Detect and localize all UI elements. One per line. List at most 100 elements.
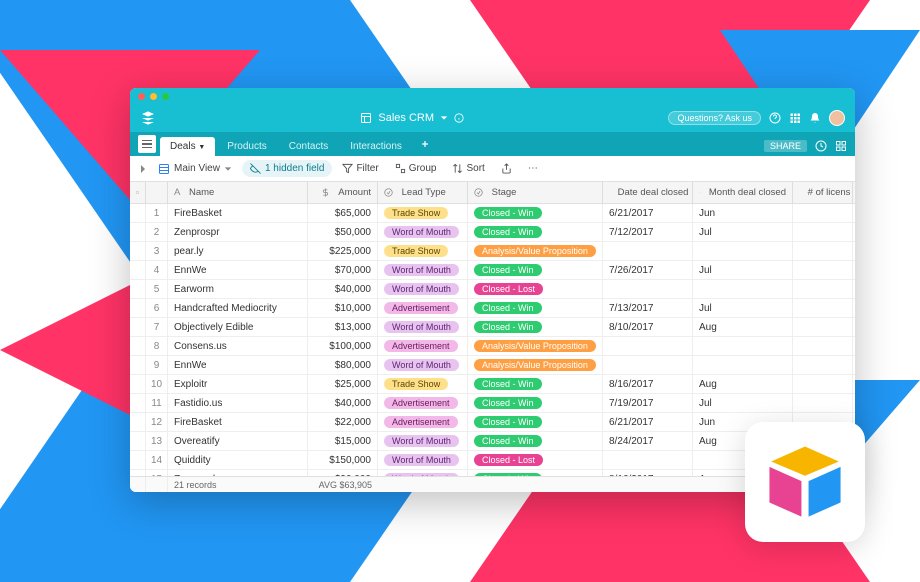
- view-switcher[interactable]: Main View: [152, 160, 238, 178]
- table-row[interactable]: 12FireBasket$22,000AdvertisementClosed -…: [130, 413, 855, 432]
- cell-lead-type[interactable]: Word of Mouth: [378, 356, 468, 374]
- cell-amount[interactable]: $65,000: [308, 204, 378, 222]
- expand-row[interactable]: [130, 413, 146, 431]
- bell-icon[interactable]: [809, 112, 821, 124]
- cell-lead-type[interactable]: Word of Mouth: [378, 432, 468, 450]
- cell-stage[interactable]: Closed - Win: [468, 375, 603, 393]
- maximize-dot-icon[interactable]: [162, 93, 169, 100]
- dropdown-icon[interactable]: [440, 114, 448, 122]
- cell-month[interactable]: Aug: [693, 318, 793, 336]
- cell-stage[interactable]: Analysis/Value Proposition: [468, 356, 603, 374]
- expand-row[interactable]: [130, 318, 146, 336]
- cell-amount[interactable]: $22,000: [308, 413, 378, 431]
- cell-date[interactable]: 8/16/2017: [603, 375, 693, 393]
- cell-licenses[interactable]: [793, 299, 853, 317]
- table-row[interactable]: 8Consens.us$100,000AdvertisementAnalysis…: [130, 337, 855, 356]
- cell-name[interactable]: EnnWe: [168, 356, 308, 374]
- cell-licenses[interactable]: [793, 223, 853, 241]
- cell-month[interactable]: Aug: [693, 375, 793, 393]
- cell-stage[interactable]: Closed - Win: [468, 470, 603, 476]
- cell-lead-type[interactable]: Trade Show: [378, 242, 468, 260]
- avatar[interactable]: [829, 110, 845, 126]
- cell-name[interactable]: Overeatify: [168, 432, 308, 450]
- cell-amount[interactable]: $15,000: [308, 432, 378, 450]
- cell-date[interactable]: 7/12/2017: [603, 223, 693, 241]
- tab-interactions[interactable]: Interactions: [340, 137, 412, 156]
- add-tab-button[interactable]: [414, 134, 436, 156]
- cell-lead-type[interactable]: Advertisement: [378, 337, 468, 355]
- cell-amount[interactable]: $25,000: [308, 375, 378, 393]
- expand-row[interactable]: [130, 356, 146, 374]
- cell-amount[interactable]: $225,000: [308, 242, 378, 260]
- col-month-closed[interactable]: Month deal closed: [693, 182, 793, 203]
- cell-name[interactable]: Quiddity: [168, 451, 308, 469]
- share-button[interactable]: SHARE: [764, 140, 807, 152]
- cell-stage[interactable]: Closed - Win: [468, 318, 603, 336]
- cell-lead-type[interactable]: Word of Mouth: [378, 470, 468, 476]
- cell-lead-type[interactable]: Trade Show: [378, 375, 468, 393]
- app-logo-icon[interactable]: [140, 110, 156, 126]
- sort-button[interactable]: Sort: [446, 160, 490, 177]
- table-row[interactable]: 4EnnWe$70,000Word of MouthClosed - Win7/…: [130, 261, 855, 280]
- expand-row[interactable]: [130, 223, 146, 241]
- cell-lead-type[interactable]: Advertisement: [378, 413, 468, 431]
- expand-row[interactable]: [130, 337, 146, 355]
- cell-stage[interactable]: Closed - Win: [468, 394, 603, 412]
- tab-contacts[interactable]: Contacts: [279, 137, 338, 156]
- cell-stage[interactable]: Closed - Win: [468, 413, 603, 431]
- cell-lead-type[interactable]: Word of Mouth: [378, 261, 468, 279]
- cell-name[interactable]: Exploitr: [168, 375, 308, 393]
- collapse-icon[interactable]: [138, 164, 148, 174]
- tab-products[interactable]: Products: [217, 137, 276, 156]
- cell-name[interactable]: pear.ly: [168, 242, 308, 260]
- cell-date[interactable]: 8/16/2017: [603, 470, 693, 476]
- cell-licenses[interactable]: [793, 394, 853, 412]
- cell-stage[interactable]: Analysis/Value Proposition: [468, 337, 603, 355]
- expand-row[interactable]: [130, 432, 146, 450]
- expand-row[interactable]: [130, 280, 146, 298]
- cell-month[interactable]: Jun: [693, 204, 793, 222]
- cell-amount[interactable]: $13,000: [308, 318, 378, 336]
- cell-name[interactable]: FireBasket: [168, 413, 308, 431]
- cell-name[interactable]: Zenprospr: [168, 223, 308, 241]
- cell-amount[interactable]: $50,000: [308, 223, 378, 241]
- col-licenses[interactable]: # of licens: [793, 182, 853, 203]
- cell-date[interactable]: [603, 356, 693, 374]
- cell-licenses[interactable]: [793, 337, 853, 355]
- cell-licenses[interactable]: [793, 261, 853, 279]
- cell-name[interactable]: FireBasket: [168, 204, 308, 222]
- cell-amount[interactable]: $150,000: [308, 451, 378, 469]
- expand-row[interactable]: [130, 394, 146, 412]
- cell-licenses[interactable]: [793, 280, 853, 298]
- cell-lead-type[interactable]: Word of Mouth: [378, 223, 468, 241]
- cell-amount[interactable]: $40,000: [308, 394, 378, 412]
- apps-icon[interactable]: [789, 112, 801, 124]
- table-row[interactable]: 3pear.ly$225,000Trade ShowAnalysis/Value…: [130, 242, 855, 261]
- cell-licenses[interactable]: [793, 356, 853, 374]
- cell-lead-type[interactable]: Trade Show: [378, 204, 468, 222]
- table-row[interactable]: 10Exploitr$25,000Trade ShowClosed - Win8…: [130, 375, 855, 394]
- cell-month[interactable]: Jul: [693, 223, 793, 241]
- hidden-fields-button[interactable]: 1 hidden field: [242, 160, 333, 177]
- cell-amount[interactable]: $100,000: [308, 337, 378, 355]
- cell-month[interactable]: [693, 356, 793, 374]
- col-date-closed[interactable]: Date deal closed: [603, 182, 693, 203]
- cell-lead-type[interactable]: Word of Mouth: [378, 280, 468, 298]
- cell-stage[interactable]: Closed - Win: [468, 223, 603, 241]
- info-icon[interactable]: [454, 113, 464, 123]
- cell-stage[interactable]: Closed - Win: [468, 432, 603, 450]
- col-amount[interactable]: Amount: [308, 182, 378, 203]
- cell-amount[interactable]: $70,000: [308, 261, 378, 279]
- cell-stage[interactable]: Closed - Win: [468, 204, 603, 222]
- menu-button[interactable]: [138, 135, 156, 153]
- cell-licenses[interactable]: [793, 242, 853, 260]
- cell-licenses[interactable]: [793, 318, 853, 336]
- cell-lead-type[interactable]: Word of Mouth: [378, 318, 468, 336]
- cell-name[interactable]: Zeasonal: [168, 470, 308, 476]
- help-icon[interactable]: [769, 112, 781, 124]
- cell-month[interactable]: [693, 337, 793, 355]
- cell-lead-type[interactable]: Advertisement: [378, 299, 468, 317]
- close-dot-icon[interactable]: [138, 93, 145, 100]
- expand-row[interactable]: [130, 261, 146, 279]
- table-row[interactable]: 2Zenprospr$50,000Word of MouthClosed - W…: [130, 223, 855, 242]
